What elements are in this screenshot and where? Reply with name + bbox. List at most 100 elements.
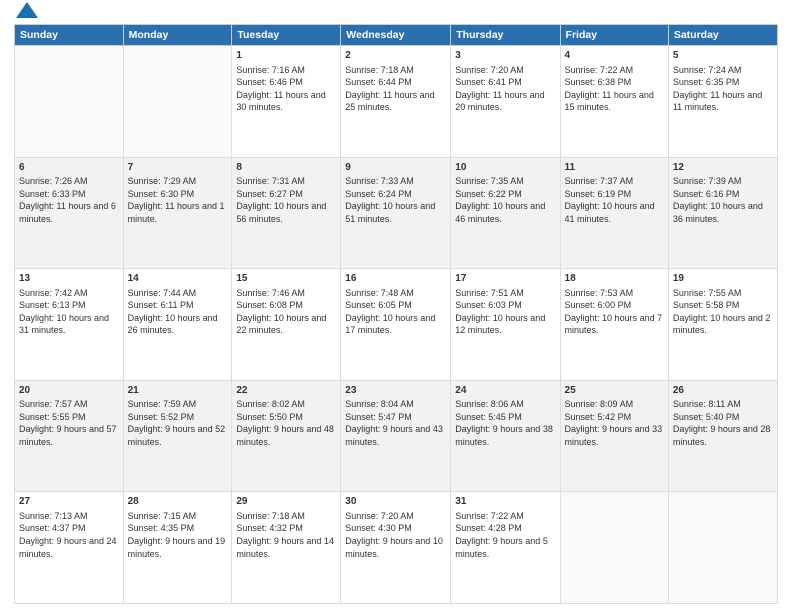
day-sun-info: Sunrise: 7:31 AMSunset: 6:27 PMDaylight:… [236,175,336,225]
day-number: 31 [455,495,555,509]
calendar-cell: 28Sunrise: 7:15 AMSunset: 4:35 PMDayligh… [123,492,232,604]
day-sun-info: Sunrise: 7:16 AMSunset: 6:46 PMDaylight:… [236,64,336,114]
day-number: 11 [565,161,664,175]
day-number: 24 [455,384,555,398]
day-number: 13 [19,272,119,286]
calendar-week-row: 6Sunrise: 7:26 AMSunset: 6:33 PMDaylight… [15,157,778,269]
calendar-cell: 10Sunrise: 7:35 AMSunset: 6:22 PMDayligh… [451,157,560,269]
calendar-cell: 24Sunrise: 8:06 AMSunset: 5:45 PMDayligh… [451,380,560,492]
day-sun-info: Sunrise: 7:39 AMSunset: 6:16 PMDaylight:… [673,175,773,225]
calendar-cell: 31Sunrise: 7:22 AMSunset: 4:28 PMDayligh… [451,492,560,604]
day-sun-info: Sunrise: 7:48 AMSunset: 6:05 PMDaylight:… [345,287,446,337]
calendar-cell: 22Sunrise: 8:02 AMSunset: 5:50 PMDayligh… [232,380,341,492]
header [14,10,778,18]
day-sun-info: Sunrise: 7:18 AMSunset: 4:32 PMDaylight:… [236,510,336,560]
day-number: 26 [673,384,773,398]
day-sun-info: Sunrise: 8:04 AMSunset: 5:47 PMDaylight:… [345,398,446,448]
logo [14,10,38,18]
day-number: 19 [673,272,773,286]
day-number: 1 [236,49,336,63]
day-number: 4 [565,49,664,63]
weekday-header: Thursday [451,25,560,46]
day-number: 15 [236,272,336,286]
calendar-table: SundayMondayTuesdayWednesdayThursdayFrid… [14,24,778,604]
calendar-cell: 1Sunrise: 7:16 AMSunset: 6:46 PMDaylight… [232,46,341,158]
calendar-cell [560,492,668,604]
day-sun-info: Sunrise: 7:42 AMSunset: 6:13 PMDaylight:… [19,287,119,337]
weekday-header: Saturday [668,25,777,46]
day-number: 22 [236,384,336,398]
calendar-cell: 8Sunrise: 7:31 AMSunset: 6:27 PMDaylight… [232,157,341,269]
day-sun-info: Sunrise: 7:20 AMSunset: 6:41 PMDaylight:… [455,64,555,114]
day-sun-info: Sunrise: 7:18 AMSunset: 6:44 PMDaylight:… [345,64,446,114]
calendar-cell: 29Sunrise: 7:18 AMSunset: 4:32 PMDayligh… [232,492,341,604]
calendar-cell: 6Sunrise: 7:26 AMSunset: 6:33 PMDaylight… [15,157,124,269]
calendar-cell [668,492,777,604]
day-number: 10 [455,161,555,175]
day-number: 16 [345,272,446,286]
day-sun-info: Sunrise: 7:22 AMSunset: 6:38 PMDaylight:… [565,64,664,114]
day-number: 30 [345,495,446,509]
day-number: 20 [19,384,119,398]
calendar-cell [123,46,232,158]
weekday-header: Friday [560,25,668,46]
weekday-header: Tuesday [232,25,341,46]
day-sun-info: Sunrise: 7:44 AMSunset: 6:11 PMDaylight:… [128,287,228,337]
calendar-cell: 16Sunrise: 7:48 AMSunset: 6:05 PMDayligh… [341,269,451,381]
day-sun-info: Sunrise: 7:22 AMSunset: 4:28 PMDaylight:… [455,510,555,560]
day-sun-info: Sunrise: 7:20 AMSunset: 4:30 PMDaylight:… [345,510,446,560]
day-number: 28 [128,495,228,509]
weekday-header: Sunday [15,25,124,46]
calendar-week-row: 13Sunrise: 7:42 AMSunset: 6:13 PMDayligh… [15,269,778,381]
day-sun-info: Sunrise: 7:53 AMSunset: 6:00 PMDaylight:… [565,287,664,337]
calendar-cell: 12Sunrise: 7:39 AMSunset: 6:16 PMDayligh… [668,157,777,269]
day-number: 14 [128,272,228,286]
calendar-cell: 21Sunrise: 7:59 AMSunset: 5:52 PMDayligh… [123,380,232,492]
calendar-cell: 20Sunrise: 7:57 AMSunset: 5:55 PMDayligh… [15,380,124,492]
day-number: 12 [673,161,773,175]
calendar-week-row: 20Sunrise: 7:57 AMSunset: 5:55 PMDayligh… [15,380,778,492]
day-number: 23 [345,384,446,398]
weekday-header: Monday [123,25,232,46]
calendar-cell: 30Sunrise: 7:20 AMSunset: 4:30 PMDayligh… [341,492,451,604]
calendar-cell: 17Sunrise: 7:51 AMSunset: 6:03 PMDayligh… [451,269,560,381]
calendar-cell: 15Sunrise: 7:46 AMSunset: 6:08 PMDayligh… [232,269,341,381]
calendar-cell: 2Sunrise: 7:18 AMSunset: 6:44 PMDaylight… [341,46,451,158]
calendar-cell: 3Sunrise: 7:20 AMSunset: 6:41 PMDaylight… [451,46,560,158]
calendar-cell: 25Sunrise: 8:09 AMSunset: 5:42 PMDayligh… [560,380,668,492]
calendar-cell: 19Sunrise: 7:55 AMSunset: 5:58 PMDayligh… [668,269,777,381]
day-sun-info: Sunrise: 7:55 AMSunset: 5:58 PMDaylight:… [673,287,773,337]
calendar-cell: 26Sunrise: 8:11 AMSunset: 5:40 PMDayligh… [668,380,777,492]
day-number: 3 [455,49,555,63]
day-number: 5 [673,49,773,63]
page: SundayMondayTuesdayWednesdayThursdayFrid… [0,0,792,612]
calendar-cell: 7Sunrise: 7:29 AMSunset: 6:30 PMDaylight… [123,157,232,269]
calendar-cell: 18Sunrise: 7:53 AMSunset: 6:00 PMDayligh… [560,269,668,381]
day-sun-info: Sunrise: 7:35 AMSunset: 6:22 PMDaylight:… [455,175,555,225]
calendar-cell: 4Sunrise: 7:22 AMSunset: 6:38 PMDaylight… [560,46,668,158]
calendar-cell: 27Sunrise: 7:13 AMSunset: 4:37 PMDayligh… [15,492,124,604]
calendar-cell: 14Sunrise: 7:44 AMSunset: 6:11 PMDayligh… [123,269,232,381]
day-sun-info: Sunrise: 8:09 AMSunset: 5:42 PMDaylight:… [565,398,664,448]
day-sun-info: Sunrise: 8:02 AMSunset: 5:50 PMDaylight:… [236,398,336,448]
day-sun-info: Sunrise: 7:46 AMSunset: 6:08 PMDaylight:… [236,287,336,337]
day-number: 2 [345,49,446,63]
day-sun-info: Sunrise: 7:59 AMSunset: 5:52 PMDaylight:… [128,398,228,448]
day-sun-info: Sunrise: 7:13 AMSunset: 4:37 PMDaylight:… [19,510,119,560]
day-number: 18 [565,272,664,286]
day-number: 29 [236,495,336,509]
day-sun-info: Sunrise: 7:24 AMSunset: 6:35 PMDaylight:… [673,64,773,114]
calendar-week-row: 1Sunrise: 7:16 AMSunset: 6:46 PMDaylight… [15,46,778,158]
calendar-cell: 13Sunrise: 7:42 AMSunset: 6:13 PMDayligh… [15,269,124,381]
day-number: 8 [236,161,336,175]
day-sun-info: Sunrise: 8:11 AMSunset: 5:40 PMDaylight:… [673,398,773,448]
day-number: 6 [19,161,119,175]
day-number: 25 [565,384,664,398]
day-sun-info: Sunrise: 8:06 AMSunset: 5:45 PMDaylight:… [455,398,555,448]
day-sun-info: Sunrise: 7:26 AMSunset: 6:33 PMDaylight:… [19,175,119,225]
day-number: 9 [345,161,446,175]
day-number: 27 [19,495,119,509]
calendar-cell [15,46,124,158]
weekday-header: Wednesday [341,25,451,46]
day-sun-info: Sunrise: 7:29 AMSunset: 6:30 PMDaylight:… [128,175,228,225]
